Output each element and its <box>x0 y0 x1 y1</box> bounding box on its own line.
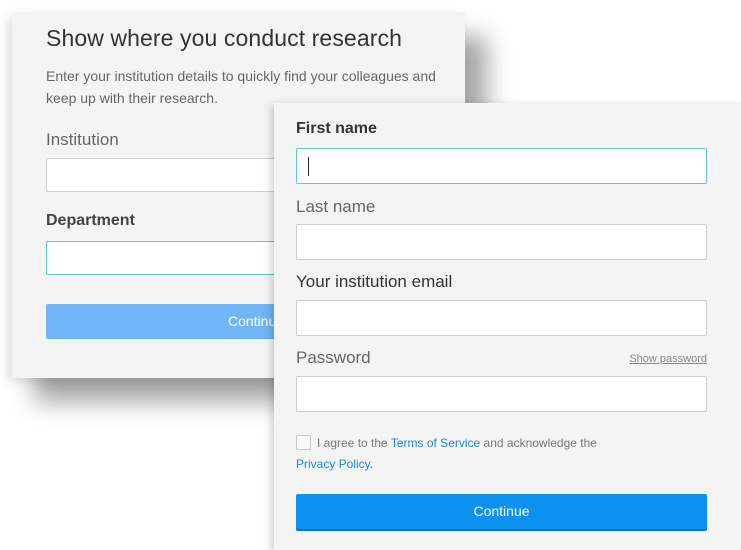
email-input[interactable] <box>296 300 707 336</box>
password-label: Password <box>296 348 371 367</box>
signup-continue-button[interactable]: Continue <box>296 494 707 529</box>
privacy-policy-link[interactable]: Privacy Policy <box>296 457 370 471</box>
terms-of-service-link[interactable]: Terms of Service <box>391 436 480 450</box>
department-label: Department <box>46 212 135 229</box>
institution-label: Institution <box>46 130 119 149</box>
last-name-label: Last name <box>296 197 376 216</box>
agree-prefix-text: I agree to the <box>317 436 391 450</box>
agree-middle-text: and acknowledge the <box>480 436 597 450</box>
research-card-title: Show where you conduct research <box>46 25 402 51</box>
email-label: Your institution email <box>296 272 453 291</box>
password-input[interactable] <box>296 376 707 412</box>
first-name-label: First name <box>296 120 377 137</box>
agree-suffix-text: . <box>369 457 374 471</box>
agree-checkbox[interactable] <box>296 435 311 450</box>
text-caret <box>308 157 309 176</box>
show-password-link[interactable]: Show password <box>629 353 707 365</box>
last-name-input[interactable] <box>296 224 707 260</box>
terms-agreement: I agree to the Terms of Service and ackn… <box>296 433 676 475</box>
signup-card: First name Last name Your institution em… <box>274 103 741 550</box>
first-name-input[interactable] <box>296 148 707 184</box>
